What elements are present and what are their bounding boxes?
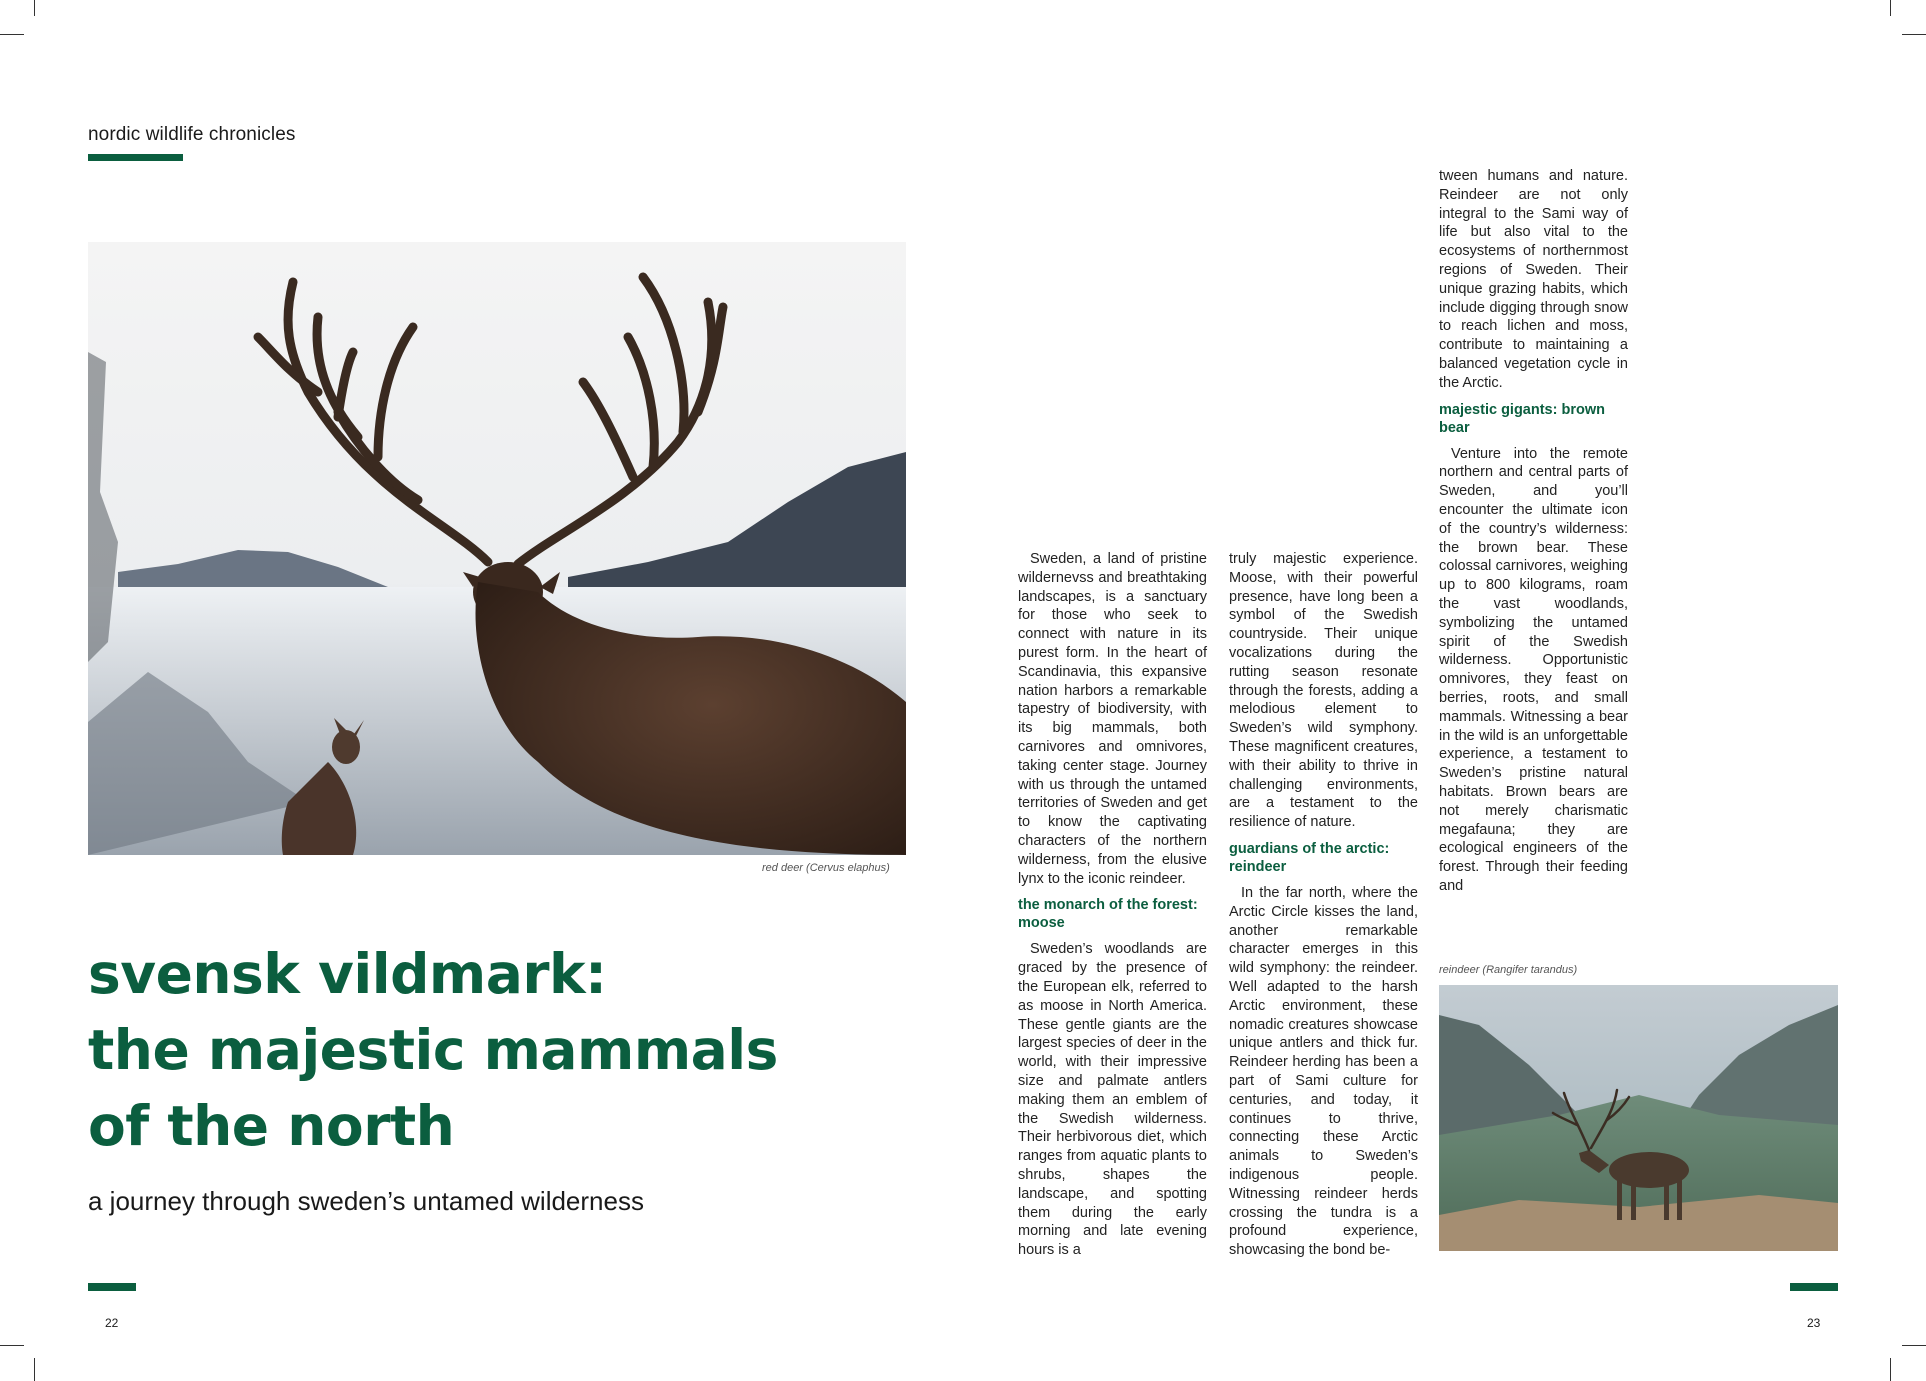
section-heading-reindeer: guardians of the arctic: reindeer <box>1229 840 1390 875</box>
crop-mark <box>1902 34 1926 35</box>
crop-mark <box>34 1358 35 1381</box>
intro-paragraph: Sweden, a land of pristine wildernevss a… <box>1018 551 1207 887</box>
page-number-right: 23 <box>1807 1316 1821 1330</box>
reindeer-photo <box>1439 985 1838 1251</box>
crop-mark <box>0 34 24 35</box>
crop-mark <box>1890 0 1891 16</box>
crop-mark <box>34 0 35 16</box>
moose-paragraph-continued: truly majestic experience. Moose, with t… <box>1229 551 1418 831</box>
page-number-left: 22 <box>105 1316 119 1330</box>
footer-rule-right <box>1790 1283 1838 1291</box>
running-head-rule <box>88 154 183 161</box>
article-column-3: tween humans and nature. Reindeer are no… <box>1439 167 1628 896</box>
section-heading-brown-bear: majestic gigants: brown bear <box>1439 401 1605 436</box>
reindeer-caption: reindeer (Rangifer tarandus) <box>1439 964 1578 976</box>
headline: svensk vildmark: the majestic mammals of… <box>88 936 908 1164</box>
section-heading-moose: the monarch of the forest: moose <box>1018 897 1198 932</box>
reindeer-paragraph-continued: tween humans and nature. Reindeer are no… <box>1439 168 1628 391</box>
subtitle: a journey through sweden’s untamed wilde… <box>88 1186 644 1216</box>
brown-bear-paragraph: Venture into the remote northern and cen… <box>1439 445 1628 894</box>
crop-mark <box>1890 1358 1891 1381</box>
moose-paragraph: Sweden’s woodlands are graced by the pre… <box>1018 941 1207 1259</box>
red-deer-caption: red deer (Cervus elaphus) <box>762 862 890 874</box>
headline-line-3: of the north <box>88 1094 455 1158</box>
headline-line-1: svensk vildmark: <box>88 942 607 1006</box>
red-deer-photo <box>88 242 906 855</box>
crop-mark <box>1902 1345 1926 1346</box>
running-head: nordic wildlife chronicles <box>88 124 296 145</box>
article-column-2: truly majestic experience. Moose, with t… <box>1229 550 1418 1260</box>
footer-rule-left <box>88 1283 136 1291</box>
headline-line-2: the majestic mammals <box>88 1018 778 1082</box>
crop-mark <box>0 1345 24 1346</box>
reindeer-paragraph: In the far north, where the Arctic Circl… <box>1229 884 1418 1259</box>
article-column-1: Sweden, a land of pristine wildernevss a… <box>1018 550 1207 1260</box>
